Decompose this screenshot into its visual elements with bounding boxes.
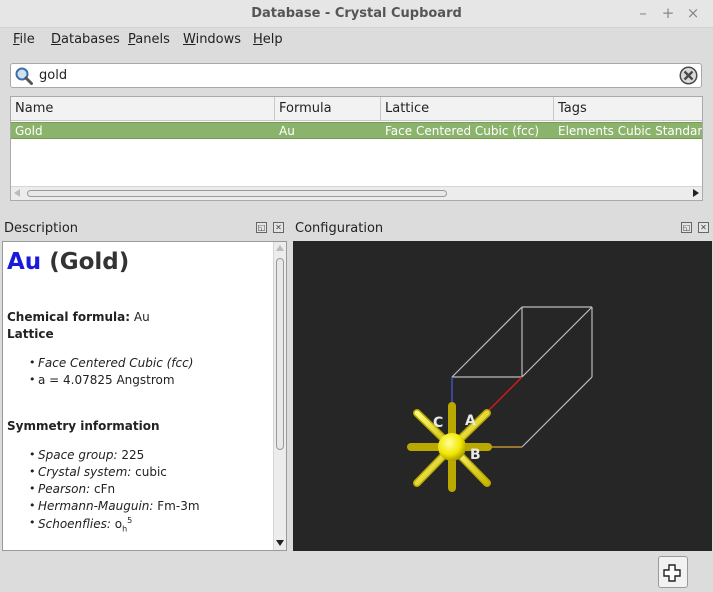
search-icon [15,67,33,85]
symmetry-item: Hermann-Mauguin: Fm-3m [29,499,200,513]
scroll-right-icon[interactable] [693,189,699,197]
axis-label-c: C [433,415,443,431]
symmetry-heading: Symmetry information [7,419,160,433]
cell-lattice: Face Centered Cubic (fcc) [385,124,540,138]
clear-icon[interactable] [679,66,698,85]
close-icon[interactable]: ✕ [273,222,284,233]
symmetry-item: Crystal system: cubic [29,465,167,479]
configuration-panel-title: Configuration [295,221,384,236]
cell-formula: Au [279,124,295,138]
description-panel-title: Description [4,221,79,236]
float-icon[interactable]: ◱ [256,222,267,233]
symmetry-item: Space group: 225 [29,448,144,462]
axis-label-b: B [470,447,481,463]
menu-help[interactable]: Help [253,32,283,47]
minimize-button[interactable]: – [634,4,652,22]
lattice-heading: Lattice [7,327,54,341]
table-row[interactable]: Gold Au Face Centered Cubic (fcc) Elemen… [11,122,702,139]
search-input[interactable] [37,66,667,85]
search-box[interactable] [10,63,702,88]
element-heading: Au (Gold) [7,249,129,275]
add-panel-button[interactable] [658,556,688,588]
results-table: Name Formula Lattice Tags Gold Au Face C… [10,96,703,201]
column-header-lattice[interactable]: Lattice [381,97,554,121]
horizontal-scrollbar[interactable] [11,186,702,200]
scrollbar-thumb[interactable] [27,190,447,197]
cell-name: Gold [15,124,43,138]
symmetry-item: Pearson: cFn [29,482,115,496]
crystal-structure-3d-view[interactable]: C A B [293,241,712,551]
configuration-view[interactable]: C A B [293,241,712,551]
close-icon[interactable]: ✕ [698,222,709,233]
menu-panels[interactable]: Panels [128,32,170,47]
axis-label-a: A [465,413,476,429]
description-panel: Au (Gold) Chemical formula: Au Lattice F… [2,241,287,551]
add-panel-icon [663,564,681,582]
window-titlebar: Database - Crystal Cupboard – + × [0,0,713,28]
maximize-button[interactable]: + [659,4,677,22]
float-icon[interactable]: ◱ [681,222,692,233]
cell-tags: Elements Cubic Standard p [558,124,702,138]
menu-bar: File Databases Panels Windows Help [0,28,713,52]
menu-file[interactable]: File [13,32,35,47]
scroll-down-icon[interactable] [276,540,284,546]
symmetry-item: Schoenflies: oh5 [29,516,132,533]
lattice-item: a = 4.07825 Angstrom [29,373,175,387]
table-header: Name Formula Lattice Tags [11,97,702,121]
element-symbol[interactable]: Au [7,249,41,275]
column-header-name[interactable]: Name [11,97,275,121]
window-title: Database - Crystal Cupboard [251,6,462,21]
menu-databases[interactable]: Databases [51,32,120,47]
scroll-left-icon[interactable] [14,189,20,197]
chemical-formula: Chemical formula: Au [7,310,150,324]
close-window-button[interactable]: × [684,4,702,22]
menu-windows[interactable]: Windows [183,32,241,47]
column-header-tags[interactable]: Tags [554,97,702,121]
vertical-scrollbar[interactable] [273,242,286,550]
scrollbar-thumb[interactable] [276,258,284,450]
lattice-item: Face Centered Cubic (fcc) [29,356,193,370]
column-header-formula[interactable]: Formula [275,97,381,121]
element-name: (Gold) [49,249,130,275]
scroll-up-icon[interactable] [276,245,284,251]
